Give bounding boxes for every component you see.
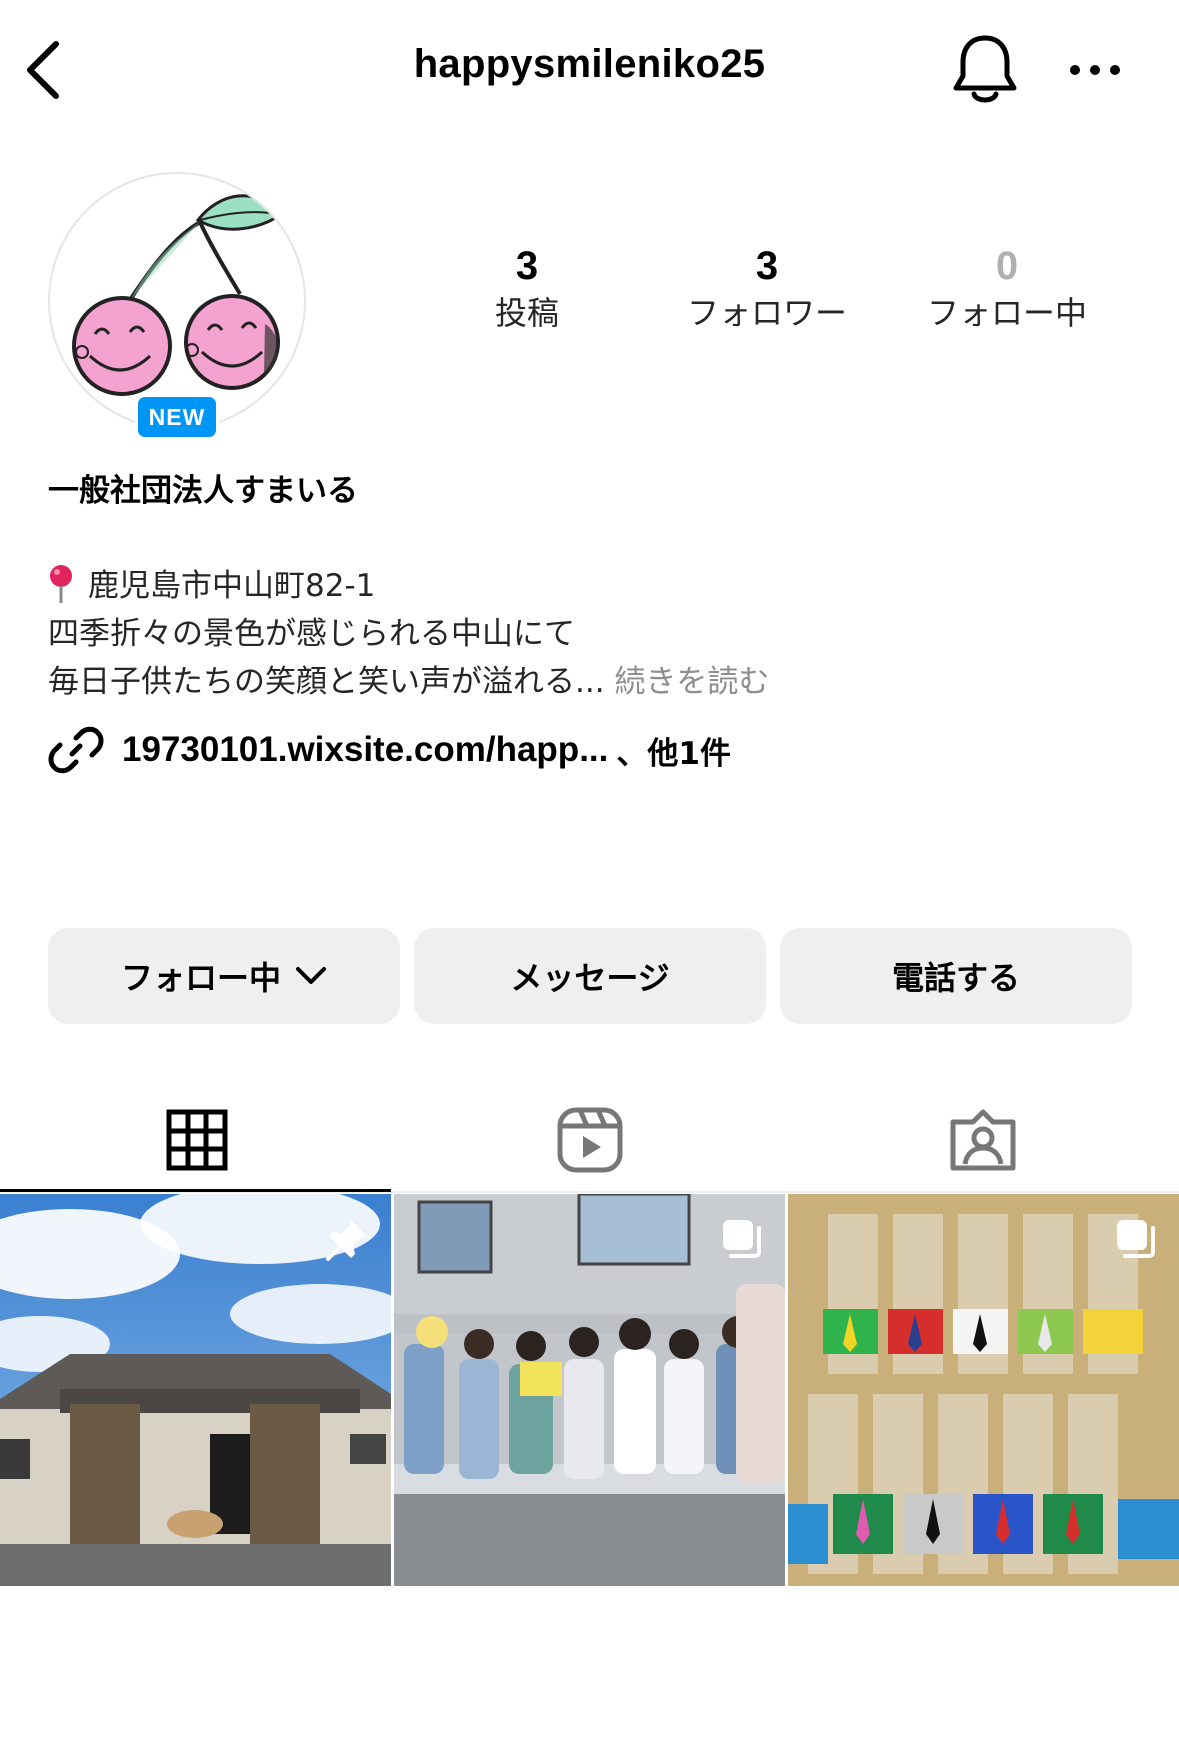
message-button[interactable]: メッセージ <box>414 928 766 1024</box>
following-dropdown-button[interactable]: フォロー中 <box>48 928 400 1024</box>
posts-label: 投稿 <box>494 294 559 332</box>
active-tab-indicator <box>0 1189 391 1192</box>
bio-location-line: 鹿児島市中山町82-1 <box>48 562 769 610</box>
post-thumbnail-chopsticks[interactable] <box>788 1194 1179 1586</box>
grid-icon <box>166 1109 227 1171</box>
post-thumbnail-house[interactable] <box>0 1194 391 1586</box>
profile-link-more[interactable]: 、他1件 <box>616 728 731 773</box>
followers-count: 3 <box>755 244 779 288</box>
profile-display-name: 一般社団法人すまいる <box>48 473 358 509</box>
profile-avatar-container[interactable] <box>48 172 308 432</box>
message-button-label: メッセージ <box>510 959 670 997</box>
bio-location-text: 鹿児島市中山町82-1 <box>88 568 376 604</box>
cherry-avatar-image <box>72 194 285 396</box>
posts-count: 3 <box>515 244 539 288</box>
more-options-button[interactable] <box>1065 45 1125 95</box>
bio-line-3-text: 毎日子供たちの笑顔と笑い声が溢れる... <box>48 664 605 700</box>
tab-posts-grid[interactable] <box>0 1090 393 1190</box>
tab-tagged[interactable] <box>786 1090 1179 1190</box>
following-label: フォロー中 <box>926 294 1087 332</box>
followers-label: フォロワー <box>686 294 847 332</box>
avatar[interactable] <box>48 172 306 430</box>
profile-link-url[interactable]: 19730101.wixsite.com/happ... <box>122 730 608 770</box>
more-horizontal-icon <box>1070 65 1120 75</box>
profile-links[interactable]: 19730101.wixsite.com/happ... 、他1件 <box>48 722 731 778</box>
bell-icon <box>953 35 1017 103</box>
call-button-label: 電話する <box>891 959 1020 997</box>
bio-read-more-link[interactable]: 続きを読む <box>614 664 769 700</box>
pin-icon <box>50 565 72 603</box>
chevron-down-icon <box>296 967 326 984</box>
carousel-icon <box>1117 1220 1155 1258</box>
tab-reels[interactable] <box>393 1090 786 1190</box>
bio-line-3: 毎日子供たちの笑顔と笑い声が溢れる... 続きを読む <box>48 658 769 706</box>
carousel-icon <box>723 1220 761 1258</box>
pinned-icon <box>326 1220 367 1261</box>
post-thumbnail-children[interactable] <box>394 1194 785 1586</box>
top-bar: happysmileniko25 <box>0 0 1179 140</box>
reels-icon <box>557 1107 622 1173</box>
new-badge: NEW <box>135 394 219 440</box>
tagged-person-icon <box>950 1109 1015 1171</box>
link-icon <box>48 726 104 774</box>
posts-stat[interactable]: 3 投稿 <box>407 242 647 336</box>
profile-bio: 鹿児島市中山町82-1 四季折々の景色が感じられる中山にて 毎日子供たちの笑顔と… <box>48 562 769 706</box>
following-button-label: フォロー中 <box>120 959 281 997</box>
following-stat[interactable]: 0 フォロー中 <box>887 242 1127 336</box>
followers-stat[interactable]: 3 フォロワー <box>647 242 887 336</box>
call-button[interactable]: 電話する <box>780 928 1132 1024</box>
posts-grid <box>0 1194 1179 1586</box>
bio-line-2: 四季折々の景色が感じられる中山にて <box>48 616 575 652</box>
following-count: 0 <box>995 244 1019 288</box>
notifications-button[interactable] <box>950 32 1020 108</box>
